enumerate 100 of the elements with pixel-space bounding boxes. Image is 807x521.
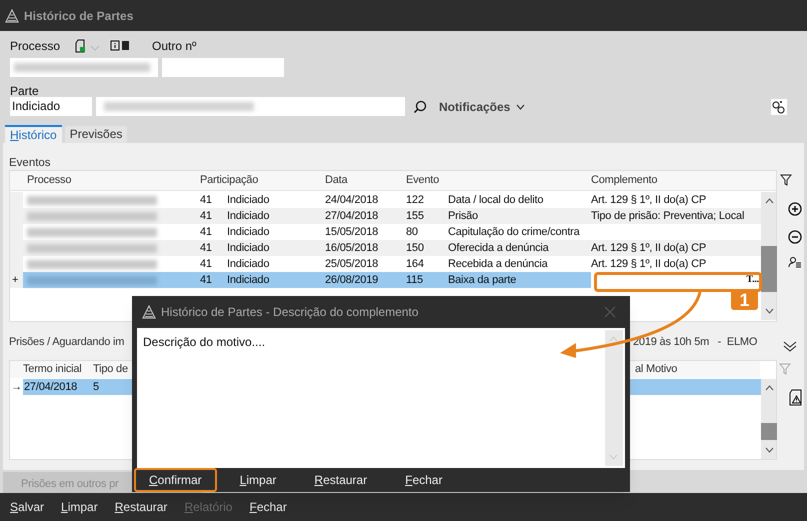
- table-cell-text: Art. 129 § 1º, II do(a) CP: [591, 241, 707, 256]
- chevron-down-icon: [609, 454, 618, 460]
- ellipsis-button[interactable]: T...: [746, 274, 759, 286]
- table-cell-text: Indiciado: [227, 209, 270, 224]
- dialog-button[interactable]: Confirmar: [134, 468, 217, 492]
- column-header[interactable]: Data: [325, 172, 406, 189]
- outro-field[interactable]: [162, 58, 284, 77]
- table-cell-text: 25/05/2018: [325, 257, 380, 272]
- column-header[interactable]: Processo: [23, 172, 200, 189]
- section-label: Prisões / Aguardando im: [9, 336, 124, 348]
- search-icon: [413, 100, 427, 114]
- table-row[interactable]: 41 Indiciado 16/05/2018 150 Oferecida a denúncia Art. 129 § 1º, II do(a) CP: [10, 240, 761, 256]
- table-cell-text: Oferecida a denúncia: [448, 241, 550, 256]
- table-cell-text: 41: [200, 209, 213, 224]
- step-badge: 1: [731, 290, 758, 310]
- logo-icon: [142, 305, 156, 319]
- table-cell-text: 41: [200, 193, 213, 208]
- table-cell-text: 41: [200, 273, 213, 288]
- document-icon: [74, 39, 88, 53]
- table-cell-text: Recebida a denúncia: [448, 257, 549, 272]
- row-marker: →: [10, 379, 23, 396]
- chevron-down-icon: [516, 104, 526, 110]
- description-text: Descrição do motivo....: [142, 334, 266, 351]
- table-cell-text: 115: [406, 273, 424, 288]
- table-cell-text: Indiciado: [227, 273, 270, 288]
- parte-field[interactable]: Indiciado: [10, 97, 92, 116]
- field-label: Processo: [10, 38, 62, 55]
- chevron-up-icon: [609, 336, 618, 342]
- dialog-button[interactable]: Limpar: [224, 468, 292, 492]
- scrollbar[interactable]: [761, 192, 776, 320]
- table-cell-text: 41: [200, 257, 213, 272]
- table-cell-text: 122: [406, 193, 425, 208]
- field-label: Parte: [10, 83, 40, 96]
- column-header[interactable]: Complemento: [591, 172, 761, 189]
- table-cell-text: 26/08/2019: [325, 273, 380, 288]
- table-cell-text: 24/04/2018: [325, 193, 380, 208]
- table-row[interactable]: 41 Indiciado 27/04/2018 155 Prisão Tipo de prisão: Preventiva; Local: [10, 208, 761, 224]
- info-note-icon: [110, 40, 130, 52]
- toolbar-button[interactable]: Limpar: [61, 498, 98, 516]
- tab[interactable]: Histórico: [5, 125, 62, 143]
- table-cell-text: 155: [406, 209, 425, 224]
- table-cell-text: Art. 129 § 1º, II do(a) CP: [591, 257, 707, 272]
- description-textarea[interactable]: Descrição do motivo....: [137, 328, 625, 468]
- table-cell-text: 164: [406, 257, 425, 272]
- processo-field[interactable]: [10, 58, 158, 77]
- name-field[interactable]: [96, 97, 405, 116]
- table-cell-text: 15/05/2018: [325, 225, 380, 240]
- dialog-title: Histórico de Partes - Descrição do complemento: [161, 304, 418, 321]
- document-warning-icon: [788, 389, 804, 406]
- table-cell-text: 27/04/2018: [23, 380, 78, 395]
- logo-icon: [5, 8, 19, 22]
- close-icon: [604, 306, 616, 318]
- scrollbar-thumb[interactable]: [761, 246, 777, 292]
- plus-icon: [788, 202, 802, 216]
- scrollbar-thumb[interactable]: [761, 423, 777, 440]
- column-header[interactable]: al Motivo: [635, 361, 770, 378]
- table-cell-text: Tipo de prisão: Preventiva; Local: [591, 209, 746, 224]
- table-cell-text: Indiciado: [227, 257, 270, 272]
- notifications-button[interactable]: Notificações: [439, 98, 526, 116]
- table-cell-text: 41: [200, 225, 213, 240]
- table-cell-text: 80: [406, 225, 419, 240]
- field-label: Outro nº: [152, 38, 196, 55]
- toolbar-button[interactable]: Fechar: [249, 498, 287, 516]
- filter-icon: [779, 363, 791, 375]
- chevron-down-icon: [765, 308, 774, 314]
- table-cell-text: Data / local do delito: [448, 193, 544, 208]
- table-cell-text: Indiciado: [227, 241, 270, 256]
- table-row[interactable]: + 41 Indiciado 26/08/2019 115 Baixa da parte T...: [10, 272, 761, 288]
- table-cell-text: 41: [200, 241, 213, 256]
- row-marker: +: [10, 272, 23, 288]
- table-cell-text: Art. 129 § 1º, II do(a) CP: [591, 193, 707, 208]
- minus-icon: [788, 230, 802, 244]
- chevron-down-icon: [765, 447, 774, 453]
- chevron-down-icon: [90, 43, 100, 53]
- chevron-up-icon: [765, 385, 774, 391]
- toolbar-button[interactable]: Salvar: [10, 498, 44, 516]
- dialog-button[interactable]: Restaurar: [299, 468, 382, 492]
- table-cell-text: Prisão: [448, 209, 479, 224]
- person-list-icon: [788, 256, 802, 268]
- table-cell-text: 150: [406, 241, 425, 256]
- table-cell-text: Indiciado: [227, 193, 270, 208]
- section-label: Eventos: [9, 156, 52, 169]
- scrollbar[interactable]: [605, 330, 623, 466]
- tab[interactable]: Previsões: [64, 126, 128, 143]
- chevron-up-icon: [765, 198, 774, 204]
- table-cell-text: Capitulação do crime/contra: [448, 225, 581, 240]
- column-header[interactable]: Participação: [200, 172, 325, 189]
- column-header[interactable]: Termo inicial: [23, 361, 93, 378]
- table-cell-text: Baixa da parte: [448, 273, 518, 288]
- handcuffs-icon: [771, 98, 787, 114]
- toolbar-button[interactable]: Restaurar: [114, 498, 168, 516]
- column-header[interactable]: Evento: [406, 172, 591, 189]
- table-cell-text: 5: [93, 380, 100, 395]
- table-cell-text: 27/04/2018: [325, 209, 380, 224]
- window-title: Histórico de Partes: [24, 8, 134, 24]
- scrollbar[interactable]: [761, 379, 776, 459]
- dialog-button[interactable]: Fechar: [390, 468, 458, 492]
- table-cell-text: Indiciado: [227, 225, 270, 240]
- double-chevron-down-icon: [783, 341, 797, 353]
- table-cell-text: 16/05/2018: [325, 241, 380, 256]
